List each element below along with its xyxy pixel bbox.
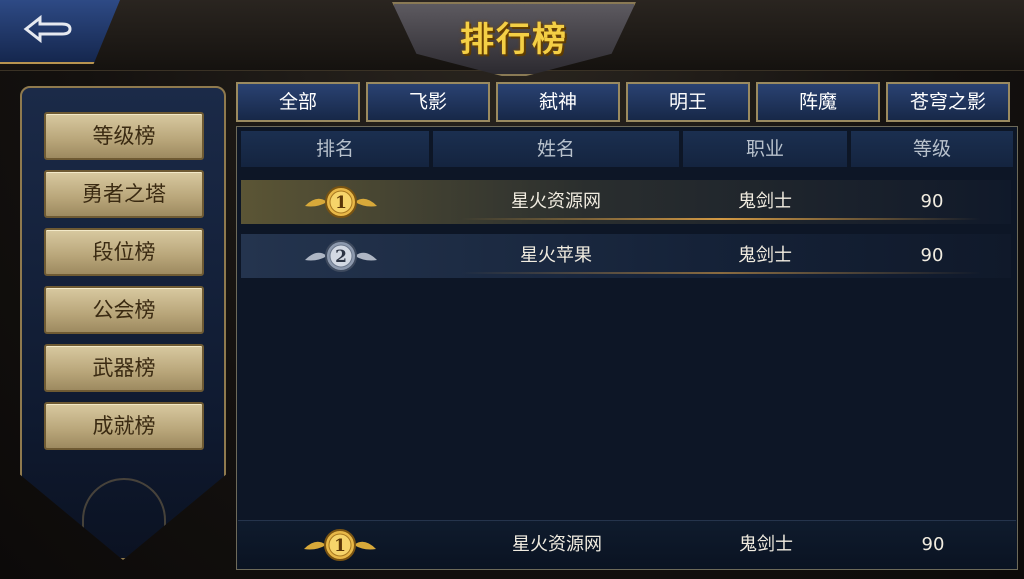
silver-medal-icon: 2 <box>305 240 377 272</box>
sparkle-effect <box>461 272 981 274</box>
sidebar: 等级榜 勇者之塔 段位榜 公会榜 武器榜 成就榜 <box>20 86 226 560</box>
page-title: 排行榜 <box>460 20 568 60</box>
sidebar-item-level-rank[interactable]: 等级榜 <box>44 112 204 160</box>
class-tabs: 全部 飞影 弑神 明王 阵魔 苍穹之影 <box>236 82 1016 122</box>
tab-mingwang[interactable]: 明王 <box>626 82 750 122</box>
header-job: 职业 <box>683 131 847 167</box>
rank-number: 2 <box>335 247 347 267</box>
sidebar-item-guild-rank[interactable]: 公会榜 <box>44 286 204 334</box>
header-name: 姓名 <box>433 131 679 167</box>
ranking-panel: 排名 姓名 职业 等级 1 星火资源网 鬼剑士 90 2 星火苹果 鬼剑士 90 <box>236 126 1018 570</box>
my-job: 鬼剑士 <box>739 534 793 555</box>
gold-medal-icon: 1 <box>304 529 376 561</box>
header-level: 等级 <box>851 131 1013 167</box>
table-row[interactable]: 2 星火苹果 鬼剑士 90 <box>241 234 1011 278</box>
sparkle-effect <box>461 218 981 220</box>
my-rank-number: 1 <box>334 536 346 556</box>
header-rank: 排名 <box>241 131 429 167</box>
tab-cangqiong[interactable]: 苍穹之影 <box>886 82 1010 122</box>
my-rank-bar: 1 星火资源网 鬼剑士 90 <box>238 520 1016 569</box>
sidebar-item-achievement-rank[interactable]: 成就榜 <box>44 402 204 450</box>
sidebar-ornament <box>82 478 166 540</box>
sidebar-item-hero-tower[interactable]: 勇者之塔 <box>44 170 204 218</box>
my-level: 90 <box>921 534 945 555</box>
my-name: 星火资源网 <box>512 534 602 555</box>
rank-number: 1 <box>335 193 347 213</box>
back-arrow-icon <box>23 14 72 44</box>
tab-all[interactable]: 全部 <box>236 82 360 122</box>
sidebar-item-weapon-rank[interactable]: 武器榜 <box>44 344 204 392</box>
tab-shishen[interactable]: 弑神 <box>496 82 620 122</box>
table-row[interactable]: 1 星火资源网 鬼剑士 90 <box>241 180 1011 224</box>
sidebar-item-tier-rank[interactable]: 段位榜 <box>44 228 204 276</box>
tab-feiying[interactable]: 飞影 <box>366 82 490 122</box>
gold-medal-icon: 1 <box>305 186 377 218</box>
tab-zhenmo[interactable]: 阵魔 <box>756 82 880 122</box>
